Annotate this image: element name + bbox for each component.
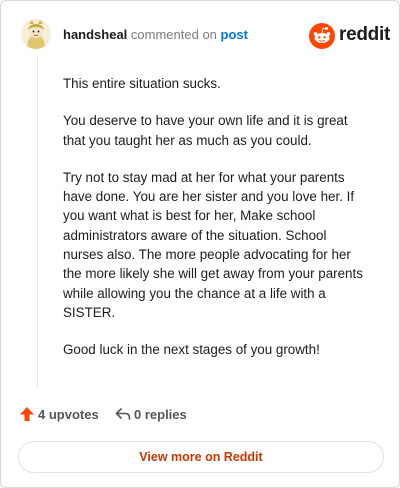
reply-arrow-icon [115,408,131,420]
comment-paragraph: You deserve to have your own life and it… [63,113,348,148]
reddit-wordmark: reddit [339,24,390,45]
upvotes-count: 4 upvotes [38,407,99,422]
comment-paragraph: Try not to stay mad at her for what your… [63,169,363,320]
commented-on-text: commented on [130,27,217,42]
avatar-illustration [21,19,51,49]
replies-count: 0 replies [134,407,187,422]
reddit-logo[interactable]: reddit [309,21,390,49]
comment-header: handsheal commented on post reddit [21,19,390,55]
comment-paragraph: This entire situation sucks. [63,76,221,91]
embedded-comment-card: handsheal commented on post reddit This … [0,0,400,488]
upvote-arrow-icon [20,407,34,421]
author-username[interactable]: handsheal [63,27,127,42]
reddit-snoo-icon [309,23,335,49]
comment-body: This entire situation sucks. You deserve… [63,74,369,378]
comment-paragraph: Good luck in the next stages of you grow… [63,342,320,358]
thread-line [37,57,38,387]
view-more-on-reddit-button[interactable]: View more on Reddit [18,441,384,473]
comment-meta: handsheal commented on post [63,27,248,42]
post-link[interactable]: post [221,27,248,42]
user-avatar[interactable] [21,19,51,49]
